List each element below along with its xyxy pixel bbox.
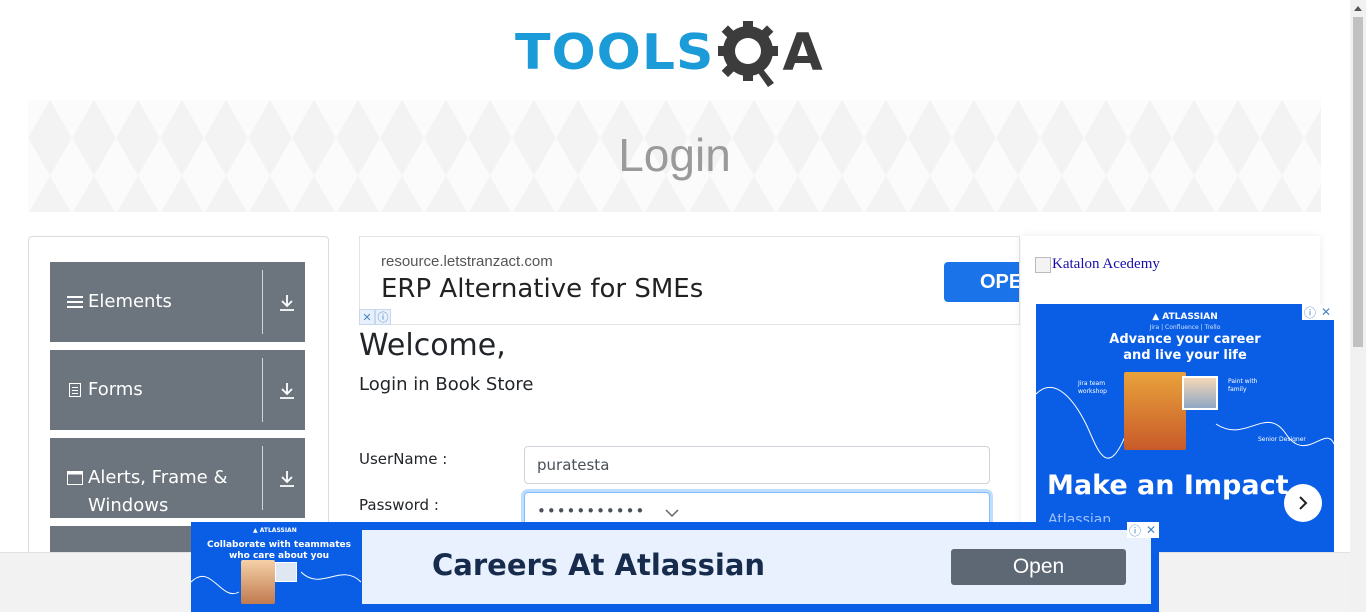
divider	[262, 358, 263, 422]
download-icon[interactable]	[276, 468, 298, 490]
brand-text: ATLASSIAN	[259, 527, 297, 534]
ad-impact-title: Make an Impact	[1047, 470, 1289, 501]
broken-image-icon	[1035, 256, 1051, 273]
info-icon[interactable]: ⓘ	[1127, 522, 1143, 538]
chevron-right-icon	[1299, 496, 1308, 510]
group-header: Alerts, Frame & Windows	[66, 464, 246, 520]
group-label: Forms	[88, 379, 143, 400]
divider	[262, 270, 263, 334]
window-icon	[66, 464, 84, 492]
ad-choices[interactable]: ✕ ⓘ	[359, 309, 391, 325]
username-input[interactable]: puratesta	[524, 446, 990, 484]
divider	[262, 446, 263, 510]
bottom-ad-open-button[interactable]: Open	[951, 549, 1126, 585]
group-header: Elements	[66, 288, 172, 316]
close-icon[interactable]: ✕	[1318, 304, 1334, 320]
brand-text: ATLASSIAN	[1162, 312, 1218, 322]
password-label: Password :	[359, 496, 439, 514]
katalon-image-link[interactable]: Katalon Acedemy	[1035, 256, 1160, 273]
sidebar-group-alerts[interactable]: Alerts, Frame & Windows	[50, 438, 305, 518]
welcome-heading: Welcome,	[359, 328, 506, 363]
bottom-ad-title: Careers At Atlassian	[432, 548, 766, 582]
group-label: Elements	[88, 291, 172, 312]
atlassian-side-ad[interactable]: ▲ ATLASSIAN Jira | Confluence | Trello A…	[1036, 304, 1334, 552]
sidebar-group-elements[interactable]: Elements	[50, 262, 305, 342]
ad-open-button[interactable]: OPE	[944, 262, 1019, 302]
next-button[interactable]	[1284, 484, 1322, 522]
page-title: Login	[618, 129, 731, 181]
ad-url: resource.letstranzact.com	[381, 253, 553, 270]
bottom-ad-card[interactable]: Careers At Atlassian Open	[362, 530, 1151, 604]
form-icon	[66, 376, 84, 404]
tag-paint: Paint with family	[1228, 378, 1258, 393]
ad-headline: Advance your career and live your life	[1109, 332, 1261, 363]
page-banner: Login	[28, 100, 1321, 212]
vertical-scrollbar[interactable]	[1350, 0, 1366, 612]
product-list: Jira | Confluence | Trello	[1149, 324, 1221, 331]
download-icon[interactable]	[276, 292, 298, 314]
ad-title[interactable]: ERP Alternative for SMEs	[381, 274, 703, 304]
person-photo	[1124, 372, 1186, 450]
list-icon	[66, 288, 84, 316]
tag-role: Senior Designer	[1258, 436, 1306, 443]
info-icon[interactable]: ⓘ	[1302, 304, 1318, 320]
close-icon[interactable]: ✕	[1143, 522, 1159, 538]
sidebar-group-forms[interactable]: Forms	[50, 350, 305, 430]
tag-jira: Jira team workshop	[1078, 380, 1107, 395]
scrollbar-thumb[interactable]	[1353, 17, 1363, 347]
atlassian-logo: ▲ ATLASSIAN	[1152, 312, 1218, 322]
close-icon[interactable]: ✕	[359, 309, 375, 325]
logo-a-text: A	[782, 23, 823, 83]
katalon-alt-text[interactable]: Katalon Acedemy	[1052, 256, 1160, 273]
gear-magnifier-icon	[718, 21, 779, 87]
logo-qa: A	[718, 17, 823, 89]
bottom-ad-small-head: Collaborate with teammates who care abou…	[206, 540, 352, 561]
chevron-down-icon	[665, 509, 679, 518]
download-icon[interactable]	[276, 380, 298, 402]
family-photo	[1182, 376, 1218, 410]
group-label: Alerts, Frame &	[88, 467, 228, 488]
username-label: UserName :	[359, 450, 448, 468]
group-label-line2: Windows	[88, 495, 169, 516]
login-subtitle: Login in Book Store	[359, 374, 534, 395]
logo-tools-text: TOOLS	[515, 24, 715, 82]
top-ad[interactable]: resource.letstranzact.com ERP Alternativ…	[359, 236, 1020, 325]
bottom-ad-left: ▲ ATLASSIAN Collaborate with teammates w…	[191, 522, 361, 612]
left-panel: Elements Forms Alerts, Frame & Windows	[28, 236, 329, 566]
atlassian-logo-small: ▲ ATLASSIAN	[253, 527, 297, 534]
page: TOOLS A Login Elements Forms Alerts, Fra…	[0, 0, 1366, 612]
decorative-lines	[191, 571, 361, 595]
info-icon[interactable]: ⓘ	[375, 309, 391, 325]
password-value: •••••••••••	[537, 502, 646, 520]
group-header: Forms	[66, 376, 143, 404]
toolsqa-logo[interactable]: TOOLS A	[515, 16, 823, 90]
atlassian-bottom-ad[interactable]: ▲ ATLASSIAN Collaborate with teammates w…	[191, 522, 1159, 612]
scroll-up-icon[interactable]	[1350, 0, 1366, 16]
